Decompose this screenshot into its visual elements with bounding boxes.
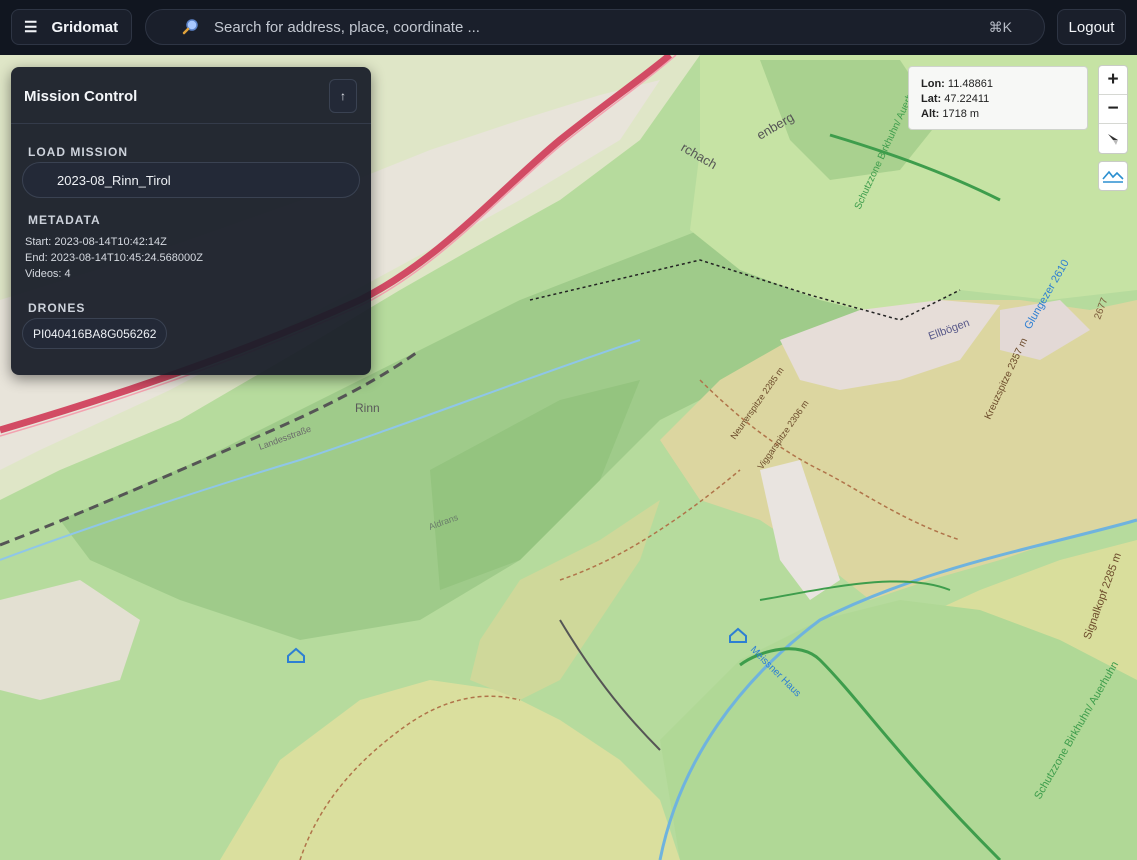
- lon-label: Lon:: [921, 78, 945, 90]
- map-nav-controls: + −: [1098, 65, 1128, 154]
- drone-id: PI040416BA8G056262: [33, 326, 157, 341]
- collapse-button[interactable]: ↑: [329, 79, 357, 113]
- arrow-up-icon: ↑: [340, 89, 346, 103]
- zoom-out-button[interactable]: −: [1099, 95, 1127, 124]
- mission-select[interactable]: 2023-08_Rinn_Tirol: [22, 162, 360, 198]
- compass-icon: [1108, 133, 1118, 145]
- metadata-label: METADATA: [28, 213, 101, 227]
- alt-value: 1718 m: [942, 108, 980, 120]
- terrain-toggle-button[interactable]: [1098, 161, 1128, 191]
- search-icon: [182, 19, 198, 35]
- alt-label: Alt:: [921, 108, 940, 120]
- app-name: Gridomat: [51, 18, 119, 36]
- panel-header: Mission Control ↑: [11, 67, 371, 124]
- drone-chip[interactable]: PI040416BA8G056262: [22, 318, 168, 349]
- lon-value: 11.48861: [947, 78, 993, 90]
- compass-button[interactable]: [1099, 124, 1127, 153]
- coordinate-readout: Lon: 11.48861 Lat: 47.22411 Alt: 1718 m: [908, 66, 1088, 130]
- hamburger-icon: ☰: [24, 18, 38, 36]
- lat-value: 47.22411: [944, 93, 990, 105]
- metadata-end: End: 2023-08-14T10:45:24.568000Z: [25, 252, 203, 264]
- load-mission-label: LOAD MISSION: [28, 145, 129, 159]
- map-label-rinn: Rinn: [355, 401, 380, 415]
- metadata-start: Start: 2023-08-14T10:42:14Z: [25, 236, 167, 248]
- mission-control-panel: Mission Control ↑ LOAD MISSION 2023-08_R…: [11, 67, 371, 375]
- mission-select-value: 2023-08_Rinn_Tirol: [57, 172, 171, 188]
- lat-label: Lat:: [921, 93, 942, 105]
- search-input[interactable]: [214, 10, 974, 44]
- panel-title: Mission Control: [24, 88, 138, 105]
- drones-label: DRONES: [28, 301, 86, 315]
- logout-button[interactable]: Logout: [1057, 9, 1126, 45]
- top-bar: ☰ Gridomat ⌘K Logout: [0, 0, 1137, 55]
- zoom-in-button[interactable]: +: [1099, 66, 1127, 95]
- search-bar[interactable]: ⌘K: [145, 9, 1045, 45]
- menu-button[interactable]: ☰ Gridomat: [11, 9, 132, 45]
- terrain-icon: [1102, 170, 1124, 183]
- metadata-videos: Videos: 4: [25, 268, 71, 280]
- search-shortcut: ⌘K: [988, 19, 1012, 35]
